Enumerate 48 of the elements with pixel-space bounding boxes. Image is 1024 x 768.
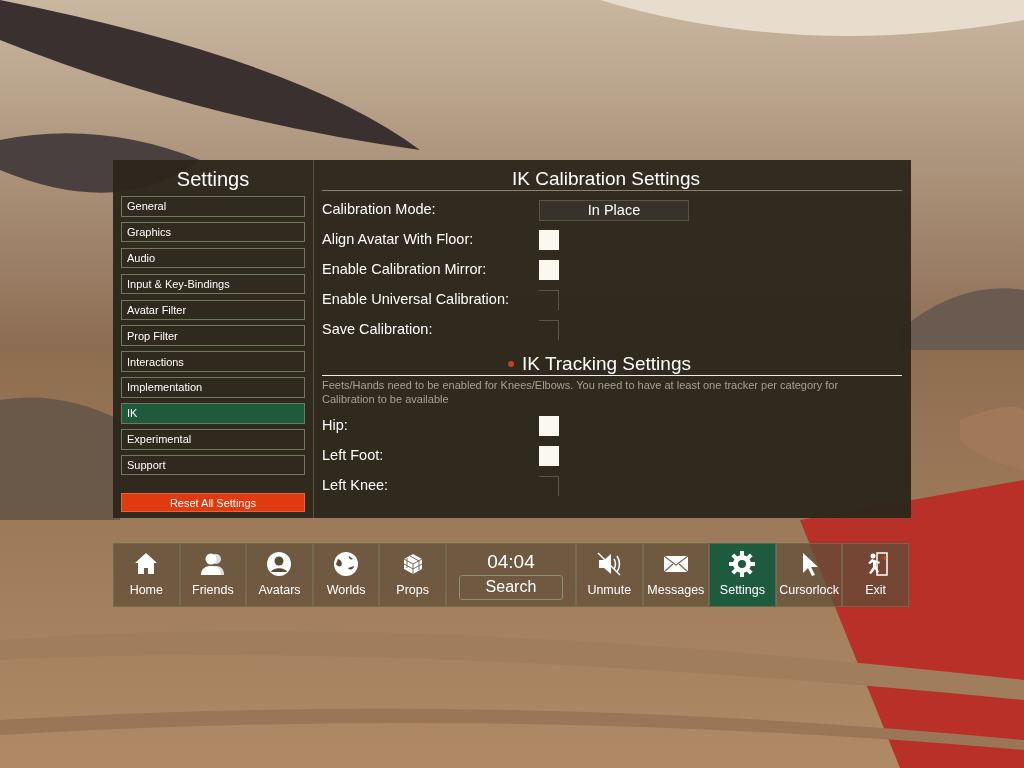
sidebar-item[interactable]: IK <box>121 403 305 424</box>
setting-label: Hip: <box>322 416 349 436</box>
gear-icon <box>728 550 757 579</box>
taskbar-button[interactable]: Settings <box>709 543 776 607</box>
taskbar-button[interactable]: Unmute <box>575 543 643 607</box>
sidebar-item[interactable]: Experimental <box>121 429 305 450</box>
help-text: Feets/Hands need to be enabled for Knees/Elbows. You need to have at least one tracker per category for Calibration to be available <box>322 378 840 406</box>
sidebar-item[interactable]: Interactions <box>121 351 305 372</box>
section-title: IK Tracking Settings <box>522 353 691 375</box>
taskbar-button[interactable]: Props <box>379 543 446 607</box>
sidebar-item[interactable]: Prop Filter <box>121 325 305 346</box>
sidebar-item[interactable]: Implementation <box>121 377 305 398</box>
setting-label: Align Avatar With Floor: <box>322 230 475 250</box>
sidebar-item[interactable]: Support <box>121 454 305 476</box>
sidebar-item[interactable]: Avatar Filter <box>121 299 305 321</box>
taskbar-button[interactable]: Home <box>113 543 180 607</box>
taskbar-button[interactable]: Messages <box>642 543 710 607</box>
setting-label: Save Calibration: <box>322 320 434 340</box>
taskbar-button[interactable]: Avatars <box>246 543 313 607</box>
user-icon <box>265 550 294 579</box>
globe-icon <box>332 550 361 579</box>
sidebar-title: Settings <box>175 167 251 192</box>
taskbar-button[interactable]: Exit <box>842 543 909 607</box>
sidebar-item[interactable]: General <box>121 196 305 217</box>
setting-label: Left Foot: <box>322 446 385 466</box>
reset-button[interactable]: Reset All Settings <box>121 493 305 512</box>
checkbox[interactable] <box>539 446 559 466</box>
taskbar-button[interactable]: Cursorlock <box>775 543 843 607</box>
sidebar-item[interactable]: Input & Key-Bindings <box>121 273 305 295</box>
clock-text: 04:04 <box>487 550 535 573</box>
section-title: IK Calibration Settings <box>511 168 701 190</box>
setting-label: Calibration Mode: <box>322 200 437 220</box>
checkbox[interactable] <box>539 260 559 280</box>
search-button[interactable]: Search <box>458 574 563 600</box>
taskbar-button[interactable]: Friends <box>179 543 247 607</box>
checkbox[interactable] <box>539 416 559 436</box>
empty-control <box>539 320 559 340</box>
empty-control <box>539 290 559 310</box>
dropdown[interactable]: In Place <box>539 199 689 221</box>
taskbar-button[interactable]: Worlds <box>312 543 380 607</box>
empty-control <box>539 476 559 496</box>
sidebar-item[interactable]: Audio <box>121 247 305 269</box>
dot-icon <box>508 361 514 367</box>
setting-label: Enable Calibration Mirror: <box>322 260 488 280</box>
setting-label: Left Knee: <box>322 476 390 496</box>
sidebar-item[interactable]: Graphics <box>121 221 305 243</box>
checkbox[interactable] <box>539 230 559 250</box>
setting-label: Enable Universal Calibration: <box>322 290 510 310</box>
